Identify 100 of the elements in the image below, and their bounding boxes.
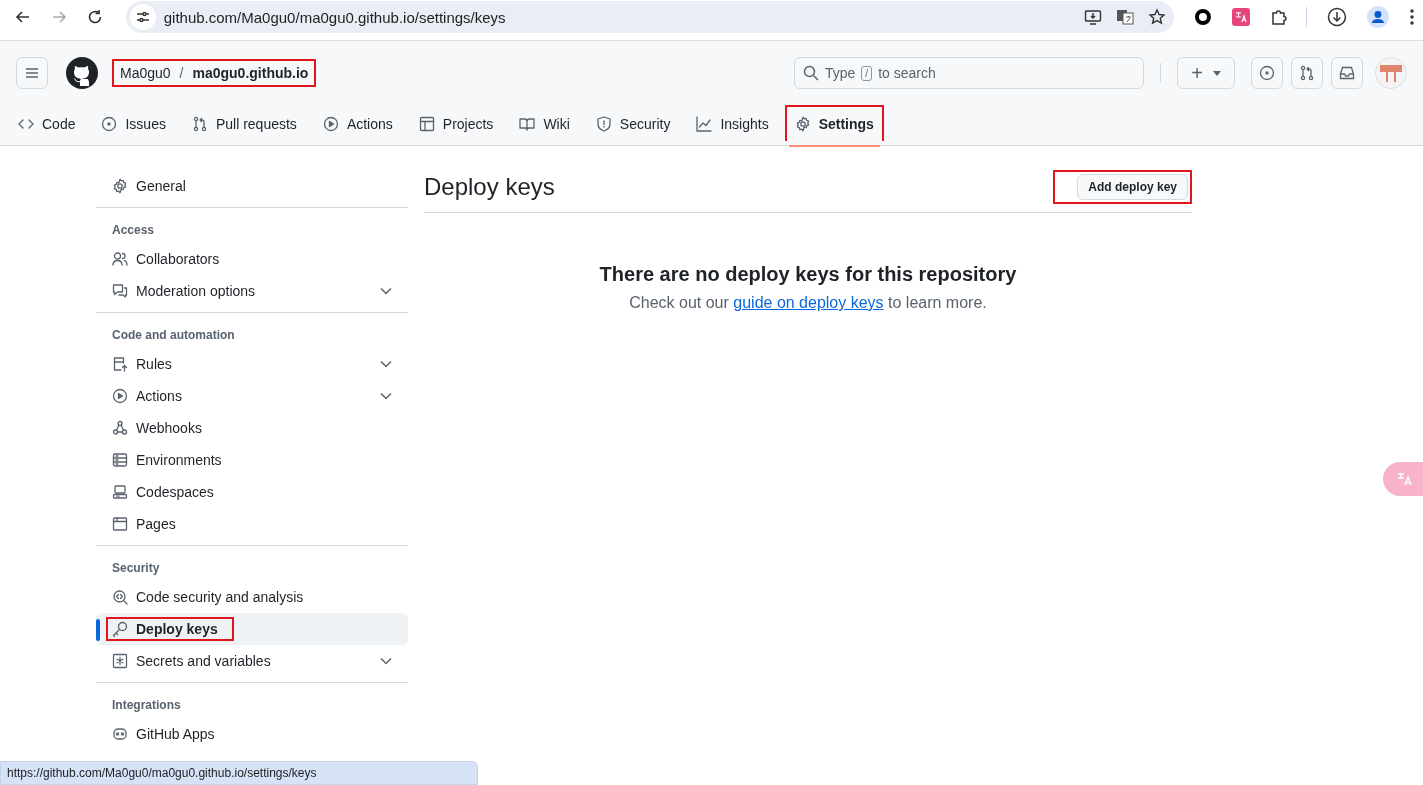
table-icon (418, 116, 435, 132)
sidebar-item[interactable]: Secrets and variables (96, 645, 408, 677)
graph-icon (696, 116, 713, 132)
create-new-button[interactable]: + (1177, 57, 1235, 89)
page-title: Deploy keys (424, 173, 555, 201)
item-label: General (136, 178, 186, 194)
avatar[interactable] (1375, 57, 1407, 89)
address-bar[interactable]: github.com/Ma0gu0/ma0gu0.github.io/settings/keys (125, 1, 1175, 33)
profile-icon[interactable] (1367, 6, 1390, 28)
menu-icon (24, 65, 40, 81)
laptop-icon (112, 484, 128, 500)
play-icon (322, 116, 339, 132)
server-icon (112, 452, 128, 468)
selection-indicator (96, 619, 100, 641)
browser-window-icon (112, 516, 128, 532)
inbox-icon (1339, 65, 1355, 81)
repo-tab[interactable]: Wiki (509, 105, 580, 141)
item-label: Code security and analysis (136, 589, 304, 605)
status-url-tooltip: https://github.com/Ma0gu0/ma0gu0.github.io/settings/keys (0, 761, 478, 785)
apps-icon (112, 726, 128, 742)
sidebar-heading: Code and automation (111, 327, 236, 344)
guide-link[interactable]: guide on deploy keys (733, 294, 884, 311)
circle-dot-icon (1259, 65, 1275, 81)
slash-key-hint: / (861, 65, 873, 81)
book-icon (519, 116, 536, 132)
sidebar-item[interactable]: Deploy keys (96, 613, 408, 645)
sidebar-item[interactable]: GitHub Apps (96, 718, 408, 750)
menu-icon[interactable] (1409, 8, 1415, 26)
item-label: Rules (136, 356, 172, 372)
item-label: Webhooks (136, 420, 202, 436)
caret-icon (1212, 70, 1221, 76)
pull-requests-button[interactable] (1291, 57, 1323, 89)
translate-icon[interactable] (1116, 8, 1135, 26)
ring-extension-icon[interactable] (1194, 8, 1213, 26)
item-label: Actions (136, 388, 182, 404)
add-deploy-key-button[interactable]: Add deploy key (1077, 174, 1188, 200)
item-label: Moderation options (136, 283, 256, 299)
rules-icon (112, 356, 128, 372)
item-label: Collaborators (136, 251, 220, 267)
puzzle-icon[interactable] (1270, 8, 1289, 26)
site-settings-icon (129, 4, 156, 30)
repo-tab[interactable]: Pull requests (181, 105, 307, 141)
owner-link[interactable]: Ma0gu0 (120, 65, 171, 81)
search-field[interactable]: Type / to search (794, 57, 1144, 89)
forward-arrow-icon (50, 9, 67, 25)
sidebar-item[interactable]: Codespaces (96, 476, 408, 508)
search-placeholder: Type (825, 65, 856, 81)
sidebar-item[interactable]: Webhooks (96, 412, 408, 444)
play-icon (112, 388, 128, 404)
repo-tab[interactable]: Projects (408, 105, 504, 141)
sidebar-item[interactable]: Moderation options (96, 275, 408, 307)
search-placeholder: to search (878, 65, 936, 81)
gear-icon (794, 116, 811, 132)
sidebar-item[interactable]: General (96, 170, 408, 202)
translate-extension-icon[interactable] (1232, 8, 1251, 26)
repo-link[interactable]: ma0gu0.github.io (192, 65, 309, 81)
pull-request-icon (1299, 65, 1315, 81)
url-text: github.com/Ma0gu0/ma0gu0.github.io/settings/keys (163, 8, 506, 26)
sidebar-item[interactable]: Environments (96, 444, 408, 476)
repo-tab[interactable]: Insights (686, 105, 779, 141)
menu-button[interactable] (16, 57, 48, 89)
comment-icon (112, 283, 128, 299)
path-separator: / (179, 65, 184, 81)
search-icon (803, 65, 819, 81)
sidebar-heading: Access (111, 222, 156, 239)
back-arrow-icon (14, 9, 31, 25)
shield-icon (595, 116, 612, 132)
sidebar-item[interactable]: Code security and analysis (96, 581, 408, 613)
issues-button[interactable] (1251, 57, 1283, 89)
repo-tab[interactable]: Code (8, 105, 86, 141)
item-label: GitHub Apps (136, 726, 215, 742)
gear-icon (112, 178, 128, 194)
blank-state-text: Check out our guide on deploy keys to learn more. (628, 294, 988, 312)
webhook-icon (112, 420, 128, 436)
item-label: Environments (136, 452, 222, 468)
translate-icon (1396, 470, 1414, 488)
blank-state-title: There are no deploy keys for this repository (598, 263, 1018, 286)
sidebar-heading: Integrations (111, 697, 182, 714)
item-label: Codespaces (136, 484, 214, 500)
install-app-icon[interactable] (1084, 8, 1103, 26)
sidebar-item[interactable]: Collaborators (96, 243, 408, 275)
item-label: Deploy keys (136, 621, 218, 637)
repo-tab[interactable]: Security (585, 105, 681, 141)
sidebar-item[interactable]: Actions (96, 380, 408, 412)
octocat-logo-icon[interactable] (66, 57, 98, 89)
star-icon[interactable] (1148, 8, 1167, 26)
sidebar-heading: Security (111, 560, 161, 577)
item-label: Pages (136, 516, 176, 532)
sidebar-item[interactable]: Pages (96, 508, 408, 540)
code-scan-icon (112, 589, 128, 605)
sidebar-item[interactable]: Rules (96, 348, 408, 380)
repo-tab[interactable]: Actions (312, 105, 403, 141)
download-icon[interactable] (1327, 7, 1348, 27)
inbox-button[interactable] (1331, 57, 1363, 89)
people-icon (112, 251, 128, 267)
item-label: Secrets and variables (136, 653, 271, 669)
circle-dot-icon (101, 116, 118, 132)
asterisk-icon (112, 653, 128, 669)
reload-icon (86, 9, 103, 25)
repo-tab[interactable]: Issues (91, 105, 176, 141)
